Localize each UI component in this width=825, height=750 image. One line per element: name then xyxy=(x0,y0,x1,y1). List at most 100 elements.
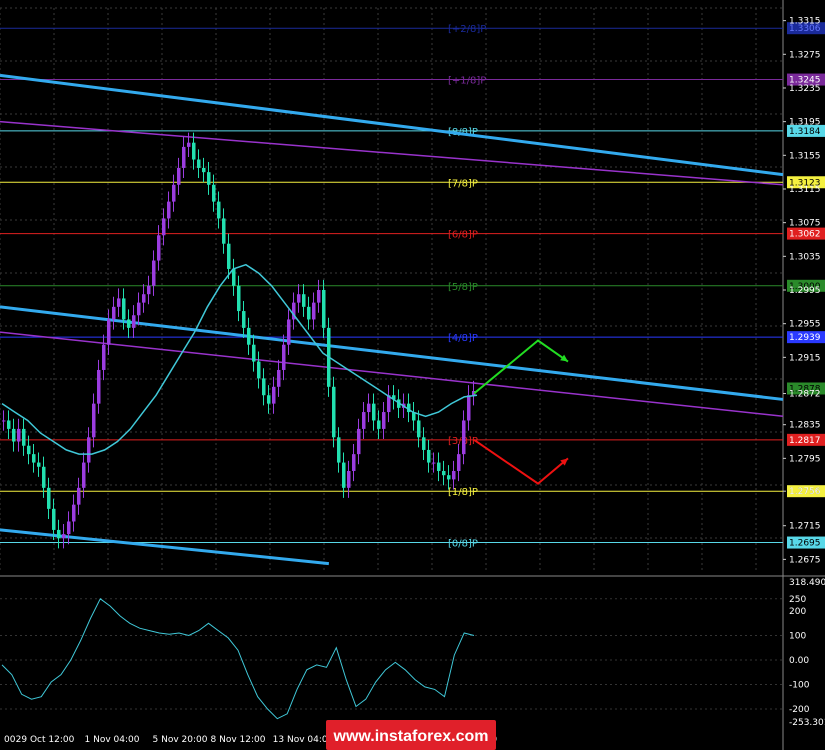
time-label: 1 Nov 04:00 xyxy=(85,735,140,745)
candle xyxy=(442,470,446,476)
price-tick-label: 1.2995 xyxy=(789,286,821,296)
candle xyxy=(77,487,81,505)
candle xyxy=(182,146,186,168)
candle xyxy=(12,428,16,442)
candle xyxy=(297,294,301,303)
candle xyxy=(52,508,56,530)
candle xyxy=(302,294,306,307)
candle xyxy=(27,445,31,455)
candle xyxy=(462,420,466,455)
candle xyxy=(87,437,91,463)
candle xyxy=(247,327,251,345)
candle xyxy=(352,454,356,471)
murray-label: [5/8]P xyxy=(448,282,478,293)
price-tick-label: 1.2955 xyxy=(789,320,821,330)
candle xyxy=(157,235,161,261)
price-tick-label: 1.3115 xyxy=(789,185,821,195)
candle xyxy=(287,319,291,345)
cci-tick-label: -253.301 xyxy=(789,718,825,728)
candle xyxy=(417,420,421,438)
candle xyxy=(67,521,71,535)
candle xyxy=(212,184,216,202)
candle xyxy=(427,449,431,463)
candle xyxy=(307,306,311,320)
cci-tick-label: 200 xyxy=(789,607,806,617)
price-tick-label: 1.2675 xyxy=(789,555,821,565)
candle xyxy=(452,470,456,480)
time-label: 8 Nov 12:00 xyxy=(211,735,266,745)
price-tick-label: 1.3275 xyxy=(789,50,821,60)
price-tick-label: 1.2835 xyxy=(789,421,821,431)
candle xyxy=(32,454,36,463)
candle xyxy=(92,403,96,438)
price-tick-label: 1.2872 xyxy=(789,390,821,400)
candle xyxy=(2,420,6,422)
price-tag-text: 1.2939 xyxy=(789,333,821,343)
candle xyxy=(127,319,131,328)
candle xyxy=(142,294,146,303)
candle xyxy=(347,470,351,488)
candle xyxy=(447,475,451,480)
candle xyxy=(242,311,246,328)
murray-label: [0/8]P xyxy=(448,539,478,550)
candle xyxy=(37,462,41,467)
candle xyxy=(267,395,271,404)
forex-chart: [+2/8]P 1.3306[+1/8]P 1.3245[8/8]P 1.3184[7… xyxy=(0,0,825,750)
candle xyxy=(457,454,461,471)
price-tag-text: 1.3062 xyxy=(789,230,821,240)
candle xyxy=(22,428,26,446)
candle xyxy=(277,369,281,387)
price-tick-label: 1.2795 xyxy=(789,454,821,464)
candle xyxy=(432,462,436,464)
candle xyxy=(367,403,371,413)
murray-label: [7/8]P xyxy=(448,178,478,189)
candle xyxy=(422,437,426,450)
cci-tick-label: 0.00 xyxy=(789,656,809,666)
candle xyxy=(172,184,176,202)
candle xyxy=(202,167,206,173)
time-label: 5 Nov 20:00 xyxy=(153,735,208,745)
cci-tick-label: 100 xyxy=(789,631,806,641)
candle xyxy=(272,386,276,404)
candle xyxy=(282,344,286,370)
candle xyxy=(227,243,231,269)
murray-label: [6/8]P xyxy=(448,230,478,241)
candle xyxy=(162,218,166,236)
murray-label: [1/8]P xyxy=(448,487,478,498)
cci-tick-label: 318.4907 xyxy=(789,578,825,588)
candle xyxy=(137,302,141,316)
murray-label: [+1/8]P xyxy=(448,76,486,87)
price-tick-label: 1.3315 xyxy=(789,17,821,27)
candle xyxy=(362,412,366,429)
watermark-text: www.instaforex.com xyxy=(333,728,489,745)
candle xyxy=(112,306,116,320)
candle xyxy=(177,167,181,185)
price-tick-label: 1.3195 xyxy=(789,118,821,128)
candle xyxy=(17,428,21,442)
candle xyxy=(117,298,121,307)
candle xyxy=(47,487,51,509)
time-label: 29 Oct 12:00 xyxy=(16,735,75,745)
time-label: 13 Nov 04:00 xyxy=(273,735,334,745)
candle xyxy=(197,159,201,168)
candle xyxy=(377,420,381,429)
candle xyxy=(357,428,361,455)
candle xyxy=(57,529,61,539)
candle xyxy=(167,201,171,219)
time-label: 00 xyxy=(4,735,16,745)
candle xyxy=(317,290,321,303)
candle xyxy=(152,260,156,286)
candle xyxy=(192,142,196,160)
candle xyxy=(437,462,441,471)
price-tag-text: 1.2695 xyxy=(789,539,821,549)
price-tick-label: 1.3235 xyxy=(789,84,821,94)
candle xyxy=(217,201,221,219)
candle xyxy=(97,369,101,404)
candle xyxy=(82,462,86,488)
price-tick-label: 1.2756 xyxy=(789,487,821,497)
candle xyxy=(342,462,346,488)
candle xyxy=(222,218,226,244)
candle xyxy=(207,172,211,185)
candle xyxy=(337,437,341,463)
candle xyxy=(107,319,111,345)
